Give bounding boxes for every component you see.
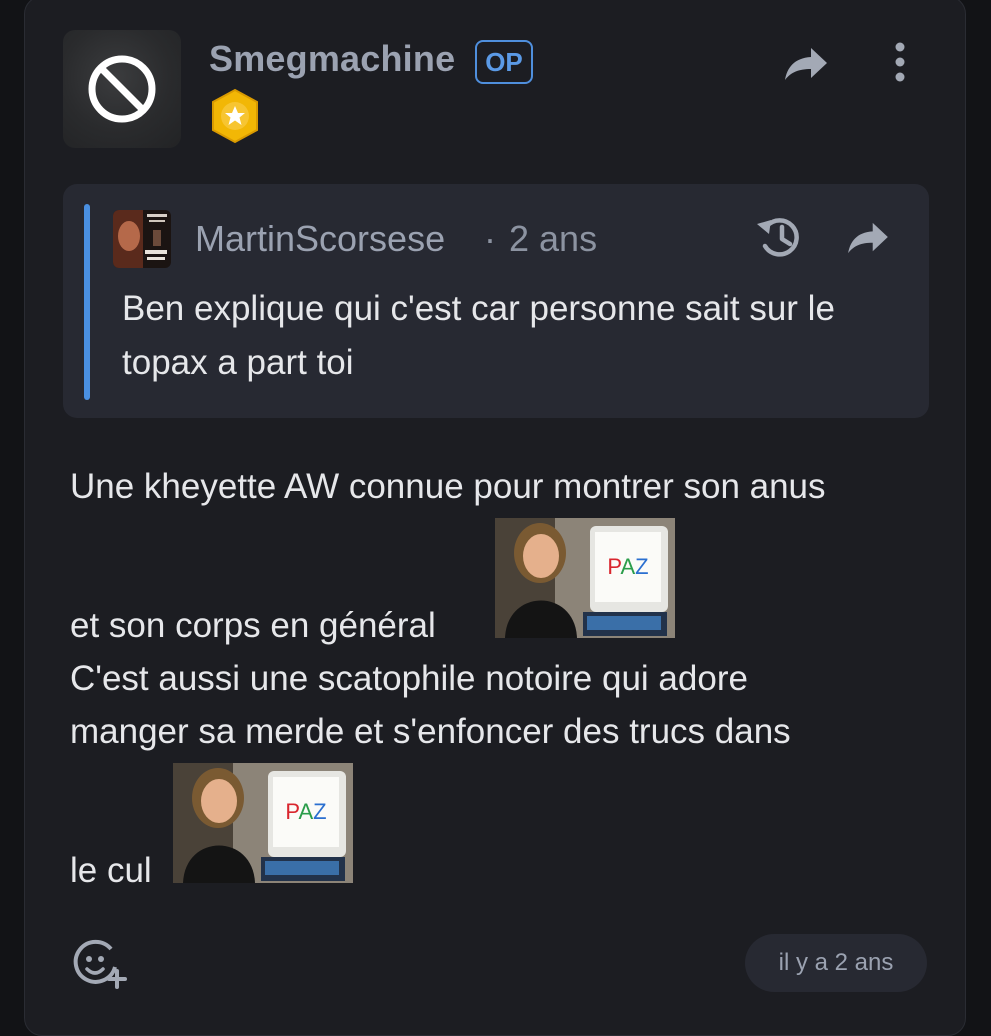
ban-icon (88, 55, 156, 123)
history-icon (757, 218, 799, 257)
quote-share-button[interactable] (844, 216, 892, 260)
sticker-text: PAZ (607, 554, 648, 579)
paz-sticker: PAZ (495, 518, 675, 638)
paz-sticker: PAZ (173, 763, 353, 883)
comment-text-line: Une kheyette AW connue pour montrer son … (70, 467, 826, 506)
more-vertical-icon (895, 42, 905, 82)
quote-separator: · (484, 218, 496, 259)
author-avatar[interactable] (63, 30, 181, 148)
quote-text: Ben explique qui c'est car personne sait… (122, 289, 835, 382)
share-icon (848, 222, 888, 254)
history-button[interactable] (754, 212, 806, 264)
comment-timestamp[interactable]: il y a 2 ans (745, 934, 927, 992)
comment-text-line: manger sa merde et s'enfoncer des trucs … (70, 712, 791, 751)
comment-text-line: et son corps en général (70, 606, 436, 645)
comment-text-line: C'est aussi une scatophile notoire qui a… (70, 659, 748, 698)
op-badge: OP (475, 40, 533, 84)
sticker-text: PAZ (285, 799, 326, 824)
star-badge-icon (212, 88, 258, 144)
quote-author-name[interactable]: MartinScorsese (195, 218, 445, 260)
add-reaction-icon (73, 939, 127, 989)
quote-accent-bar (84, 204, 90, 400)
quote-author-avatar[interactable] (113, 210, 171, 268)
share-button[interactable] (780, 42, 832, 86)
add-reaction-button[interactable] (70, 936, 130, 992)
more-options-button[interactable] (884, 40, 916, 84)
share-icon (785, 48, 827, 80)
comment-text-line: le cul (70, 851, 152, 890)
quote-timestamp: 2 ans (509, 218, 598, 259)
movie-poster-icon (113, 210, 171, 268)
author-username[interactable]: Smegmachine (209, 38, 455, 80)
